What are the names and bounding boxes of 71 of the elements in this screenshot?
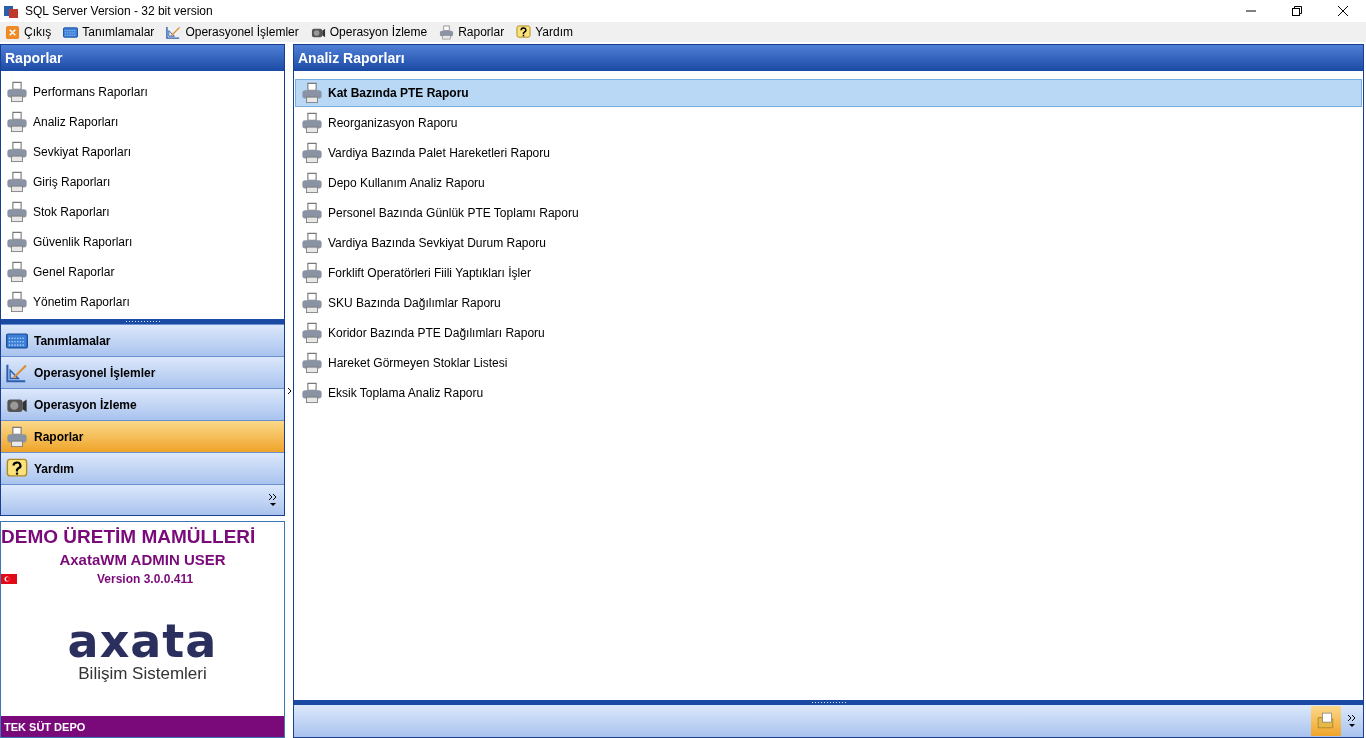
menu-item[interactable]: Tanımlamalar xyxy=(61,24,157,40)
printer-icon xyxy=(6,291,28,313)
company-name: DEMO ÜRETİM MAMÜLLERİ xyxy=(1,525,257,548)
report-item[interactable]: Eksik Toplama Analiz Raporu xyxy=(295,379,1362,407)
printer-icon xyxy=(6,231,28,253)
printer-icon xyxy=(6,111,28,133)
app-icon xyxy=(3,3,19,19)
printer-icon xyxy=(6,171,28,193)
menu-item[interactable]: Operasyonel İşlemler xyxy=(164,24,301,40)
report-category-item[interactable]: Yönetim Raporları xyxy=(1,287,284,317)
report-item[interactable]: Hareket Görmeyen Stoklar Listesi xyxy=(295,349,1362,377)
printer-icon xyxy=(301,262,323,284)
panel-header: Raporlar xyxy=(1,45,284,71)
overflow-chevron-icon[interactable] xyxy=(1347,714,1357,728)
printer-icon xyxy=(301,352,323,374)
version-text: Version 3.0.0.411 xyxy=(97,572,194,586)
logo-text: axata xyxy=(67,618,218,664)
nav-button[interactable]: Tanımlamalar xyxy=(1,324,284,356)
printer-icon xyxy=(6,201,28,223)
keyboard-icon xyxy=(63,24,79,40)
nav-button[interactable]: Raporlar xyxy=(1,420,284,452)
report-category-item[interactable]: Giriş Raporları xyxy=(1,167,284,197)
help-icon xyxy=(6,457,28,480)
close-icon xyxy=(1337,5,1349,17)
exit-icon xyxy=(5,24,20,40)
nav-button[interactable]: Operasyon İzleme xyxy=(1,388,284,420)
printer-icon xyxy=(6,261,28,283)
printer-icon xyxy=(301,232,323,254)
logo-subtitle: Bilişim Sistemleri xyxy=(78,664,207,684)
nav-button[interactable]: Operasyonel İşlemler xyxy=(1,356,284,388)
menu-item[interactable]: Çıkış xyxy=(3,24,54,40)
window-title: SQL Server Version - 32 bit version xyxy=(25,4,214,18)
report-item[interactable]: Vardiya Bazında Palet Hareketleri Raporu xyxy=(295,139,1362,167)
menu-item[interactable]: Operasyon İzleme xyxy=(308,24,430,40)
printer-icon xyxy=(301,82,323,104)
report-item[interactable]: SKU Bazında Dağılımlar Raporu xyxy=(295,289,1362,317)
printer-icon xyxy=(301,322,323,344)
report-category-item[interactable]: Analiz Raporları xyxy=(1,107,284,137)
report-category-item[interactable]: Stok Raporları xyxy=(1,197,284,227)
report-item[interactable]: Vardiya Bazında Sevkiyat Durum Raporu xyxy=(295,229,1362,257)
printer-icon xyxy=(301,142,323,164)
report-item[interactable]: Kat Bazında PTE Raporu xyxy=(295,79,1362,107)
user-name: AxataWM ADMIN USER xyxy=(58,551,227,568)
printer-icon xyxy=(6,425,28,448)
report-item[interactable]: Depo Kullanım Analiz Raporu xyxy=(295,169,1362,197)
restore-icon xyxy=(1291,5,1303,17)
report-category-item[interactable]: Performans Raporları xyxy=(1,77,284,107)
folder-document-icon xyxy=(1317,712,1335,730)
report-category-item[interactable]: Sevkiyat Raporları xyxy=(1,137,284,167)
report-item[interactable]: Reorganizasyon Raporu xyxy=(295,109,1362,137)
report-item[interactable]: Forklift Operatörleri Fiili Yaptıkları İşler xyxy=(295,259,1362,287)
printer-icon xyxy=(6,81,28,103)
help-icon xyxy=(516,24,532,40)
report-category-item[interactable]: Genel Raporlar xyxy=(1,257,284,287)
menu-item[interactable]: Raporlar xyxy=(437,24,507,40)
printer-icon xyxy=(6,141,28,163)
overflow-chevron-icon[interactable] xyxy=(268,493,278,507)
menu-item[interactable]: Yardım xyxy=(514,24,575,40)
printer-icon xyxy=(301,202,323,224)
warehouse-name: TEK SÜT DEPO xyxy=(1,716,284,737)
ruler-pencil-icon xyxy=(166,24,182,40)
printer-icon xyxy=(301,172,323,194)
panel-header: Analiz Raporları xyxy=(294,45,1363,71)
printer-icon xyxy=(301,382,323,404)
printer-icon xyxy=(301,292,323,314)
nav-button[interactable]: Yardım xyxy=(1,452,284,484)
report-folder-button[interactable] xyxy=(1311,706,1341,736)
printer-icon xyxy=(301,112,323,134)
report-item[interactable]: Personel Bazında Günlük PTE Toplamı Raporu xyxy=(295,199,1362,227)
report-item[interactable]: Koridor Bazında PTE Dağılımları Raporu xyxy=(295,319,1362,347)
report-category-item[interactable]: Güvenlik Raporları xyxy=(1,227,284,257)
